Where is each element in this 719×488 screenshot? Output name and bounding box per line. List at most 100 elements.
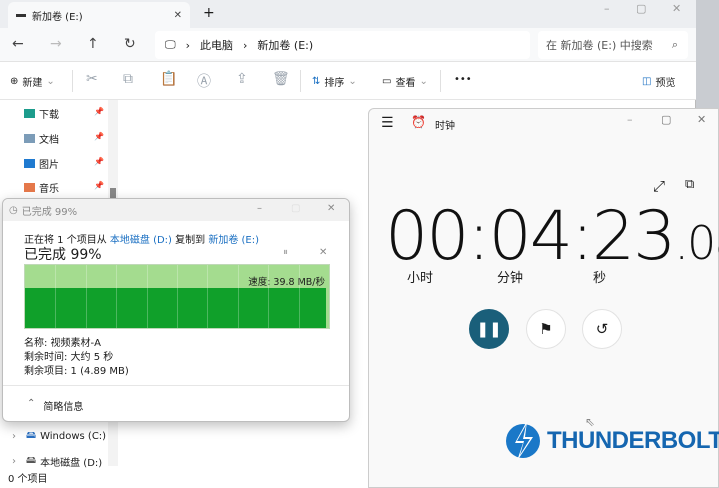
- source-link[interactable]: 本地磁盘 (D:): [110, 235, 172, 246]
- items-remaining: 剩余项目: 1 (4.89 MB): [24, 366, 129, 377]
- chevron-down-icon: ⌄: [419, 76, 428, 87]
- chevron-down-icon: ⌄: [348, 76, 357, 87]
- share-icon[interactable]: ⇪: [236, 71, 248, 87]
- nav-label: 本地磁盘 (D:): [40, 458, 103, 469]
- search-input[interactable]: 在 新加卷 (E:) 中搜索 ⌕: [538, 31, 688, 59]
- nav-label: Windows (C:): [40, 431, 107, 442]
- copy-icon[interactable]: ⧉: [123, 71, 133, 87]
- tab-new-volume[interactable]: 新加卷 (E:) ✕: [8, 2, 190, 28]
- chevron-right-icon: ›: [12, 456, 16, 467]
- chevron-right-icon: ›: [243, 38, 248, 52]
- address-row: ← → ↑ ↻ 🖵 › 此电脑 › 新加卷 (E:) 在 新加卷 (E:) 中搜…: [0, 28, 696, 62]
- speed-label: 速度: 39.8 MB/秒: [248, 277, 325, 288]
- desc-text: 复制到: [171, 235, 209, 246]
- chevron-right-icon: ›: [185, 38, 191, 52]
- graph-gridline: [268, 265, 270, 328]
- refresh-icon[interactable]: ↻: [124, 36, 136, 52]
- minimize-button[interactable]: –: [604, 2, 610, 15]
- sort-button[interactable]: ⇅ 排序 ⌄: [312, 74, 357, 89]
- destination-link[interactable]: 新加卷 (E:): [208, 235, 259, 246]
- nav-item-documents[interactable]: 文档: [24, 131, 59, 146]
- drive-icon: 🖴: [26, 455, 37, 466]
- cancel-button[interactable]: ✕: [319, 247, 327, 258]
- sort-label: 排序: [324, 78, 345, 89]
- time-remaining: 剩余时间: 大约 5 秒: [24, 352, 114, 363]
- expand-icon[interactable]: ⤢: [653, 177, 665, 195]
- preview-button[interactable]: ◫ 预览: [642, 74, 675, 89]
- transfer-speed-graph: 速度: 39.8 MB/秒: [24, 264, 330, 329]
- maximize-button[interactable]: ▢: [661, 113, 671, 126]
- paste-icon[interactable]: 📋: [160, 71, 177, 87]
- new-label: 新建: [22, 78, 43, 89]
- nav-item-pictures[interactable]: 图片: [24, 156, 59, 171]
- nav-label: 图片: [39, 160, 59, 171]
- seconds-label: 秒: [593, 271, 607, 286]
- up-icon[interactable]: ↑: [87, 36, 99, 52]
- maximize-button[interactable]: ▢: [291, 203, 300, 214]
- nav-item-downloads[interactable]: 下载: [24, 106, 59, 121]
- windows-drive-icon: 🖴: [26, 430, 37, 441]
- pin-icon: 📌: [94, 181, 104, 190]
- progress-fill: [25, 287, 326, 328]
- cut-icon[interactable]: ✂: [86, 71, 98, 87]
- view-label: 查看: [395, 78, 416, 89]
- chevron-up-icon: ⌃: [27, 398, 36, 409]
- tab-bar: 新加卷 (E:) ✕ + – ▢ ✕: [0, 0, 696, 28]
- nav-item-music[interactable]: 音乐: [24, 180, 59, 195]
- time-fraction: .08: [674, 216, 719, 270]
- breadcrumb-new-volume[interactable]: 新加卷 (E:): [257, 37, 313, 53]
- breadcrumb-this-pc[interactable]: 此电脑: [200, 37, 233, 53]
- sort-icon: ⇅: [312, 76, 321, 87]
- back-icon[interactable]: ←: [12, 36, 24, 52]
- hamburger-menu-icon[interactable]: ☰: [381, 115, 394, 131]
- search-icon: ⌕: [671, 38, 678, 51]
- documents-folder-icon: [24, 134, 35, 143]
- new-button[interactable]: ⊕ 新建 ⌄: [10, 74, 55, 89]
- more-options-button[interactable]: •••: [454, 74, 472, 85]
- maximize-button[interactable]: ▢: [636, 2, 646, 15]
- pin-icon: 📌: [94, 132, 104, 141]
- graph-gridline: [146, 265, 148, 328]
- close-tab-icon[interactable]: ✕: [174, 10, 182, 21]
- thunderbolt-wordmark: THUNDERBOLT: [547, 427, 719, 454]
- less-details-label: 简略信息: [43, 402, 84, 413]
- nav-label: 下载: [39, 110, 59, 121]
- new-tab-button[interactable]: +: [203, 5, 215, 21]
- progress-heading: 已完成 99%: [24, 247, 102, 263]
- rename-icon[interactable]: Ⓐ: [197, 71, 211, 91]
- dialog-title-bar: ◷ 已完成 99% – ▢ ✕: [3, 199, 349, 221]
- pictures-folder-icon: [24, 159, 35, 168]
- nav-item-drive-d[interactable]: › 🖴 本地磁盘 (D:): [12, 453, 102, 470]
- nav-item-drive-c[interactable]: › 🖴 Windows (C:): [12, 428, 106, 445]
- less-details-button[interactable]: ⌃ 简略信息: [27, 398, 83, 413]
- clock-app-window: ☰ ⏰ 时钟 – ▢ ✕ ⤢ ⧉ 00:04:23.08 小时 分钟 秒 ❚❚ …: [368, 108, 719, 488]
- preview-pane-icon: ◫: [642, 76, 652, 87]
- lap-button[interactable]: ⚑: [526, 309, 566, 349]
- graph-gridline: [207, 265, 209, 328]
- minimize-button[interactable]: –: [627, 113, 633, 126]
- delete-icon[interactable]: 🗑: [272, 71, 290, 87]
- forward-icon[interactable]: →: [50, 36, 62, 52]
- search-placeholder: 在 新加卷 (E:) 中搜索: [546, 39, 653, 52]
- pause-button[interactable]: ❚❚: [469, 309, 509, 349]
- compact-overlay-icon[interactable]: ⧉: [685, 177, 694, 192]
- nav-label: 文档: [39, 135, 59, 146]
- reset-button[interactable]: ↺: [582, 309, 622, 349]
- minimize-button[interactable]: –: [257, 203, 262, 214]
- pause-button[interactable]: ⏸: [283, 247, 288, 258]
- copy-progress-dialog: ◷ 已完成 99% – ▢ ✕ 正在将 1 个项目从 本地磁盘 (D:) 复制到…: [2, 198, 350, 422]
- address-bar[interactable]: 🖵 › 此电脑 › 新加卷 (E:): [155, 31, 530, 59]
- app-title: 时钟: [435, 121, 455, 132]
- close-button[interactable]: ✕: [672, 2, 681, 15]
- graph-gridline: [55, 265, 57, 328]
- thunderbolt-logo: THUNDERBOLT: [503, 419, 719, 463]
- close-button[interactable]: ✕: [327, 203, 335, 214]
- reset-icon: ↺: [595, 320, 609, 338]
- graph-gridline: [85, 265, 87, 328]
- command-bar: ⊕ 新建 ⌄ ✂ ⧉ 📋 Ⓐ ⇪ 🗑 ⇅ 排序 ⌄ ▭ 查看 ⌄ ••• ◫ 预览: [0, 62, 696, 100]
- computer-icon: 🖵: [165, 38, 176, 51]
- view-button[interactable]: ▭ 查看 ⌄: [382, 74, 428, 89]
- graph-gridline: [298, 265, 300, 328]
- stopwatch-time: 00:04:23.08: [385, 197, 719, 276]
- close-button[interactable]: ✕: [697, 113, 706, 126]
